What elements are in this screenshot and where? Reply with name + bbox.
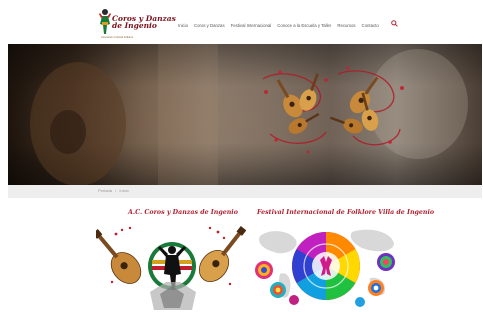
nav-item-recursos[interactable]: Recursos — [337, 23, 355, 28]
nav-item-contacto[interactable]: Contacto — [362, 23, 379, 28]
search-icon[interactable] — [391, 20, 398, 27]
logo-subtitle: Asociación Cultural Folklore — [101, 36, 134, 39]
nav-item-inicio[interactable]: Inicio — [178, 23, 188, 28]
breadcrumb-home-link[interactable]: Portada — [98, 188, 112, 193]
nav-item-coros-y-danzas[interactable]: Coros y Danzas — [194, 23, 225, 28]
nav-item-festival-internacional[interactable]: Festival Internacional — [231, 23, 272, 28]
breadcrumb-bar: Portada / Inicio — [8, 185, 482, 198]
breadcrumb-separator: / — [115, 188, 117, 193]
card-title-festival[interactable]: Festival Internacional de Folklore Villa… — [257, 209, 434, 216]
card-title-coros-y-danzas[interactable]: A.C. Coros y Danzas de Ingenio — [128, 209, 238, 216]
nav-item-escuela-y-taller[interactable]: Conoce a la Escuela y Taller — [277, 23, 331, 28]
dancer-logo-icon — [99, 9, 111, 34]
hero-timples-illustration — [30, 44, 468, 185]
breadcrumb-current: Inicio — [119, 188, 129, 193]
main-nav: Inicio Coros y Danzas Festival Internaci… — [178, 20, 385, 30]
card-image-festival[interactable] — [252, 222, 400, 312]
hero-banner — [8, 44, 482, 185]
logo-title-line2: de Ingenio — [112, 21, 157, 30]
card-image-coros-y-danzas[interactable] — [96, 222, 246, 312]
breadcrumb: Portada / Inicio — [98, 188, 129, 193]
site-logo[interactable]: Coros y Danzas de Ingenio Asociación Cul… — [98, 8, 176, 40]
site-header: Coros y Danzas de Ingenio Asociación Cul… — [0, 0, 483, 44]
